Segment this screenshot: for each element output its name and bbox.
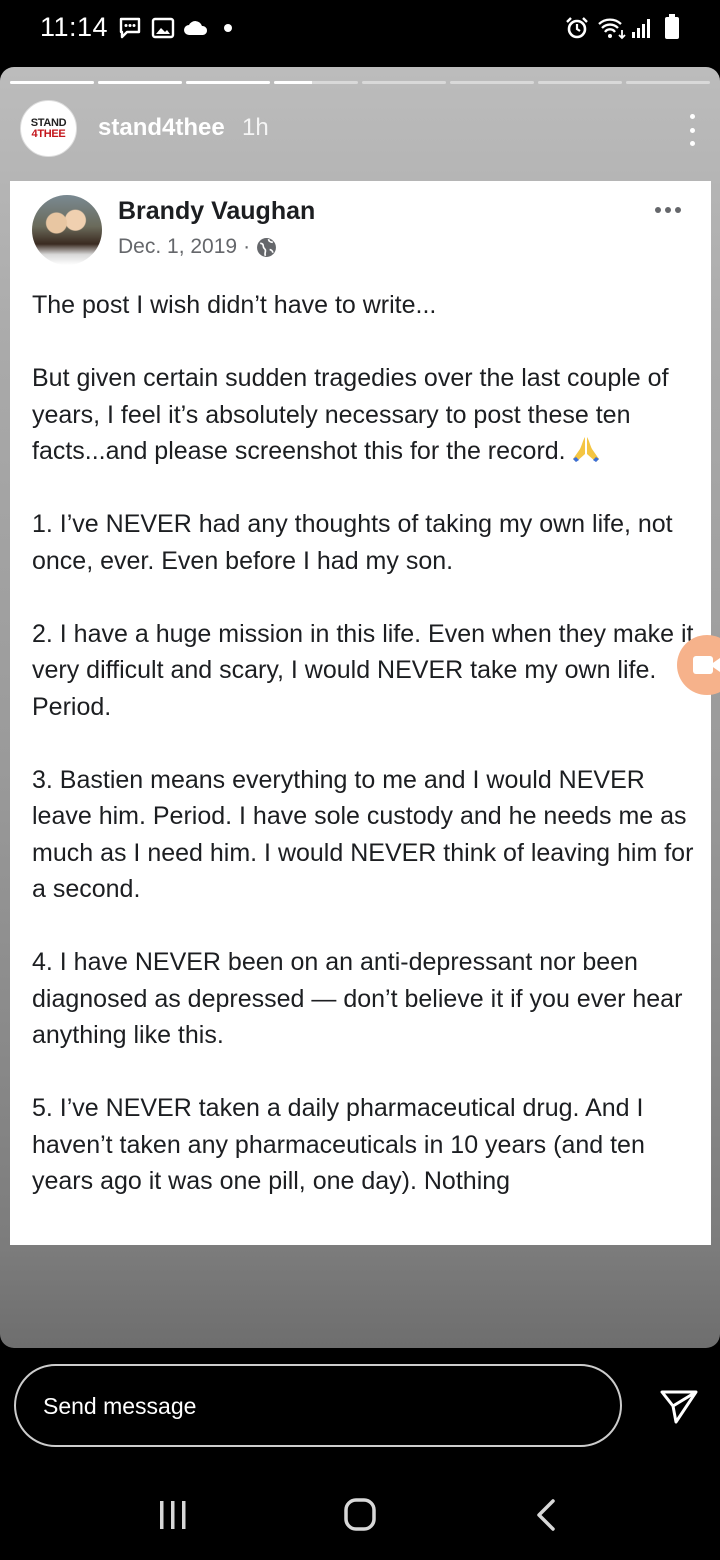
story-progress-fill <box>10 81 94 84</box>
avatar-text-line2: 4THEE <box>31 127 66 140</box>
post-meta: Dec. 1, 2019 · <box>118 235 277 259</box>
post-paragraph: 2. I have a huge mission in this life. E… <box>32 619 694 721</box>
story-progress-segment <box>274 81 358 84</box>
story-progress-segment <box>450 81 534 84</box>
recents-icon[interactable] <box>148 1496 198 1536</box>
post-meta-separator: · <box>243 235 251 258</box>
praying-hands-icon <box>572 437 599 462</box>
back-icon[interactable] <box>523 1496 573 1536</box>
story-progress-segment <box>186 81 270 84</box>
story-progress-segment <box>362 81 446 84</box>
post-paragraph: 1. I’ve NEVER had any thoughts of taking… <box>32 510 673 575</box>
post-paragraph: But given certain sudden tragedies over … <box>32 360 697 470</box>
story-progress-segment <box>10 81 94 84</box>
post-more-options-icon <box>655 207 681 213</box>
post-body: The post I wish didn’t have to write... … <box>32 287 697 1236</box>
story-progress-segment <box>98 81 182 84</box>
signal-icon <box>632 19 650 38</box>
story-progress-segment <box>626 81 710 84</box>
wifi-icon <box>598 18 626 40</box>
shared-post-card: Brandy Vaughan Dec. 1, 2019 · The post I… <box>10 181 711 1245</box>
story-progress-fill <box>98 81 182 84</box>
story-progress-bar <box>10 81 710 84</box>
story-header: STAND 4THEE stand4thee 1h <box>20 100 700 158</box>
post-author-name: Brandy Vaughan <box>118 197 316 225</box>
battery-icon <box>665 14 679 39</box>
post-author-avatar <box>32 195 102 265</box>
story-more-options-icon[interactable] <box>684 110 700 150</box>
alarm-icon <box>566 17 588 39</box>
gallery-icon <box>151 17 175 39</box>
story-avatar[interactable]: STAND 4THEE <box>20 100 77 157</box>
send-message-input[interactable]: Send message <box>14 1364 622 1447</box>
story-progress-segment <box>538 81 622 84</box>
post-paragraph: 3. Bastien means everything to me and I … <box>32 765 694 904</box>
status-bar: 11:14 <box>0 0 720 56</box>
dot-icon <box>224 24 232 32</box>
status-time: 11:14 <box>40 12 109 42</box>
post-paragraph: 4. I have NEVER been on an anti-depressa… <box>32 948 683 1049</box>
story-time-ago: 1h <box>242 114 269 141</box>
home-icon[interactable] <box>335 1496 385 1536</box>
story-username[interactable]: stand4thee <box>98 114 225 142</box>
send-message-placeholder: Send message <box>43 1393 197 1419</box>
story-viewer[interactable]: STAND 4THEE stand4thee 1h Brandy Vaughan… <box>0 67 720 1348</box>
cloud-icon <box>184 21 208 35</box>
story-progress-fill <box>186 81 270 84</box>
globe-icon <box>257 237 277 257</box>
post-paragraph: The post I wish didn’t have to write... <box>32 291 437 319</box>
post-date: Dec. 1, 2019 <box>118 235 238 258</box>
story-progress-fill <box>274 81 312 84</box>
send-icon[interactable] <box>656 1384 700 1428</box>
system-navigation-bar <box>0 1470 720 1560</box>
post-paragraph: 5. I’ve NEVER taken a daily pharmaceutic… <box>32 1094 645 1195</box>
avatar-text-line1: STAND <box>30 116 67 129</box>
chat-bubble-icon <box>119 17 141 39</box>
